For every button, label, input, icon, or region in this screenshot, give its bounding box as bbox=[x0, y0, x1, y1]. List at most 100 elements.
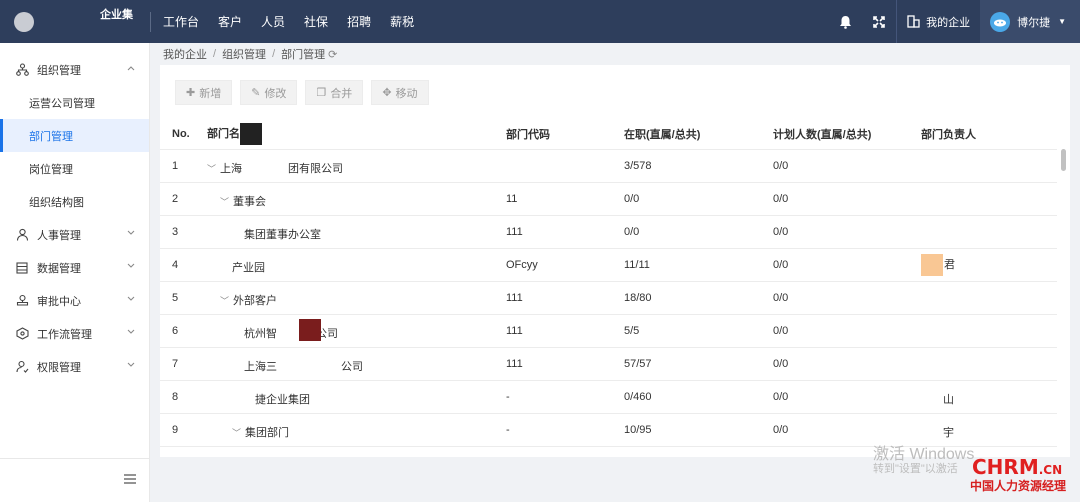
chevron-down-icon: ﹀ bbox=[220, 197, 230, 207]
sidebar-group-label: 人事管理 bbox=[37, 229, 81, 242]
menu-collapse-icon[interactable] bbox=[124, 474, 136, 484]
cell-active: 0/0 bbox=[624, 193, 640, 205]
cell-leader: 君 bbox=[921, 254, 955, 276]
chevron-down-icon: ﹀ bbox=[220, 296, 230, 306]
breadcrumb-departments: 部门管理 bbox=[281, 49, 326, 61]
bell-icon[interactable] bbox=[828, 0, 862, 43]
person-icon bbox=[15, 228, 29, 242]
merge-button[interactable]: ❐ 合并 bbox=[305, 80, 364, 105]
nav-divider bbox=[150, 11, 151, 32]
header-dept-code[interactable]: 部门代码 bbox=[506, 126, 550, 142]
sidebar-group-label: 工作流管理 bbox=[37, 328, 92, 341]
header-planned-staff[interactable]: 计划人数(直属/总共) bbox=[773, 126, 871, 142]
breadcrumb-org[interactable]: 组织管理 bbox=[222, 46, 266, 62]
cell-active: 0/460 bbox=[624, 391, 652, 403]
table-row[interactable]: 4 产业园 OFcyy 11/11 0/0 君 bbox=[160, 248, 1057, 281]
sidebar-group-org[interactable]: 组织管理 bbox=[0, 53, 149, 86]
merge-label: 合并 bbox=[330, 87, 353, 100]
cell-active: 11/11 bbox=[624, 259, 650, 271]
cell-plan: 0/0 bbox=[773, 358, 789, 370]
nav-customers[interactable]: 客户 bbox=[218, 13, 242, 30]
cell-no: 1 bbox=[172, 160, 179, 172]
add-button[interactable]: ✚ 新增 bbox=[175, 80, 233, 105]
redaction-mask bbox=[299, 319, 321, 341]
breadcrumb-my-company[interactable]: 我的企业 bbox=[163, 46, 207, 62]
move-label: 移动 bbox=[395, 87, 418, 100]
cell-dept-name: ﹀ 集团部门 bbox=[207, 424, 289, 440]
sidebar-group-data[interactable]: 数据管理 bbox=[0, 251, 149, 284]
sidebar-group-permissions[interactable]: 权限管理 bbox=[0, 350, 149, 383]
cell-leader: 宇 bbox=[943, 427, 954, 439]
nav-people[interactable]: 人员 bbox=[261, 13, 285, 30]
brand-text: CHRM bbox=[972, 455, 1039, 479]
cell-dept-name: ﹀ 董事会 bbox=[207, 193, 266, 209]
chevron-up-icon bbox=[127, 66, 135, 71]
sidebar-item-positions[interactable]: 岗位管理 bbox=[0, 152, 149, 185]
add-label: 新增 bbox=[199, 87, 222, 100]
table-row[interactable]: 6 杭州智 公司 111 5/5 0/0 bbox=[160, 314, 1057, 347]
redaction-mask bbox=[921, 254, 943, 276]
logo[interactable]: 企业集 bbox=[0, 0, 150, 43]
toolbar: ✚ 新增 ✎ 修改 ❐ 合并 ✥ 移动 bbox=[175, 80, 437, 105]
sidebar-item-operating-companies[interactable]: 运营公司管理 bbox=[0, 86, 149, 119]
chevron-down-icon bbox=[127, 230, 135, 235]
top-bar: 企业集 工作台 客户 人员 社保 招聘 薪税 我的企业 博尔捷 ▼ bbox=[0, 0, 1080, 43]
edit-button[interactable]: ✎ 修改 bbox=[240, 80, 298, 105]
cell-plan: 0/0 bbox=[773, 325, 789, 337]
header-dept-leader[interactable]: 部门负责人 bbox=[921, 126, 976, 142]
my-company-link[interactable]: 我的企业 bbox=[897, 14, 980, 30]
nav-recruiting[interactable]: 招聘 bbox=[347, 13, 371, 30]
cell-leader: 山 bbox=[943, 394, 954, 406]
header-actions: 我的企业 博尔捷 ▼ bbox=[828, 0, 1080, 43]
cell-plan: 0/0 bbox=[773, 160, 789, 172]
table-row[interactable]: 2 ﹀ 董事会 11 0/0 0/0 bbox=[160, 182, 1057, 215]
user-menu[interactable]: 博尔捷 ▼ bbox=[980, 0, 1080, 43]
dept-name-text-2: 公司 bbox=[341, 361, 363, 373]
cell-plan: 0/0 bbox=[773, 259, 789, 271]
cell-dept-code: OFcyy bbox=[506, 259, 538, 271]
chevron-down-icon: ﹀ bbox=[207, 164, 217, 174]
edit-label: 修改 bbox=[264, 87, 287, 100]
nav-social-security[interactable]: 社保 bbox=[304, 13, 328, 30]
top-nav: 工作台 客户 人员 社保 招聘 薪税 bbox=[163, 13, 433, 30]
brand-suffix: .CN bbox=[1038, 463, 1063, 477]
table-scrollbar[interactable] bbox=[1061, 149, 1066, 171]
sidebar-group-approval[interactable]: 审批中心 bbox=[0, 284, 149, 317]
header-dept-name-text: 部门名 bbox=[207, 127, 240, 140]
activation-watermark-sub: 转到"设置"以激活 bbox=[873, 463, 958, 475]
nav-workbench[interactable]: 工作台 bbox=[163, 13, 199, 30]
department-panel: ✚ 新增 ✎ 修改 ❐ 合并 ✥ 移动 No. 部门名 部门代码 在职(直属/总共) 计… bbox=[160, 65, 1070, 457]
dept-name-text: 上海 bbox=[220, 163, 243, 175]
building-icon bbox=[907, 15, 920, 28]
nav-payroll-tax[interactable]: 薪税 bbox=[390, 13, 414, 30]
table-row[interactable]: 8 捷企业集团 - 0/460 0/0 山 bbox=[160, 380, 1057, 413]
fullscreen-icon[interactable] bbox=[862, 0, 896, 43]
breadcrumb: 我的企业 / 组织管理 / 部门管理 ⟳ bbox=[163, 46, 337, 62]
caret-down-icon: ▼ bbox=[1058, 17, 1066, 26]
sidebar-group-label: 组织管理 bbox=[37, 64, 81, 77]
refresh-icon[interactable]: ⟳ bbox=[328, 48, 337, 61]
brand-watermark-sub: 中国人力资源经理 bbox=[970, 479, 1067, 493]
header-no[interactable]: No. bbox=[172, 128, 190, 140]
sidebar-group-label: 审批中心 bbox=[37, 295, 81, 308]
sidebar-item-org-chart[interactable]: 组织结构图 bbox=[0, 185, 149, 218]
plus-icon: ✚ bbox=[186, 87, 196, 99]
table-row[interactable]: 7 上海三 公司 111 57/57 0/0 bbox=[160, 347, 1057, 380]
sidebar-item-departments[interactable]: 部门管理 bbox=[0, 119, 149, 152]
sidebar-group-workflow[interactable]: 工作流管理 bbox=[0, 317, 149, 350]
header-active-staff[interactable]: 在职(直属/总共) bbox=[624, 126, 700, 142]
sidebar-footer bbox=[0, 458, 150, 502]
sidebar-group-hr[interactable]: 人事管理 bbox=[0, 218, 149, 251]
cell-dept-code: 111 bbox=[506, 358, 523, 370]
table-row[interactable]: 3 集团董事办公室 111 0/0 0/0 bbox=[160, 215, 1057, 248]
cell-dept-name: ﹀ 外部客户 bbox=[207, 292, 277, 308]
table-row[interactable]: 1 ﹀ 上海 团有限公司 3/578 0/0 bbox=[160, 149, 1057, 182]
move-button[interactable]: ✥ 移动 bbox=[371, 80, 429, 105]
cell-dept-code: - bbox=[506, 424, 510, 436]
breadcrumb-separator: / bbox=[272, 48, 276, 60]
table-row[interactable]: 5 ﹀ 外部客户 111 18/80 0/0 bbox=[160, 281, 1057, 314]
dept-name-text: 董事会 bbox=[233, 196, 267, 208]
header-dept-name[interactable]: 部门名 bbox=[207, 123, 262, 145]
chevron-down-icon bbox=[127, 362, 135, 367]
cell-no: 9 bbox=[172, 424, 179, 436]
